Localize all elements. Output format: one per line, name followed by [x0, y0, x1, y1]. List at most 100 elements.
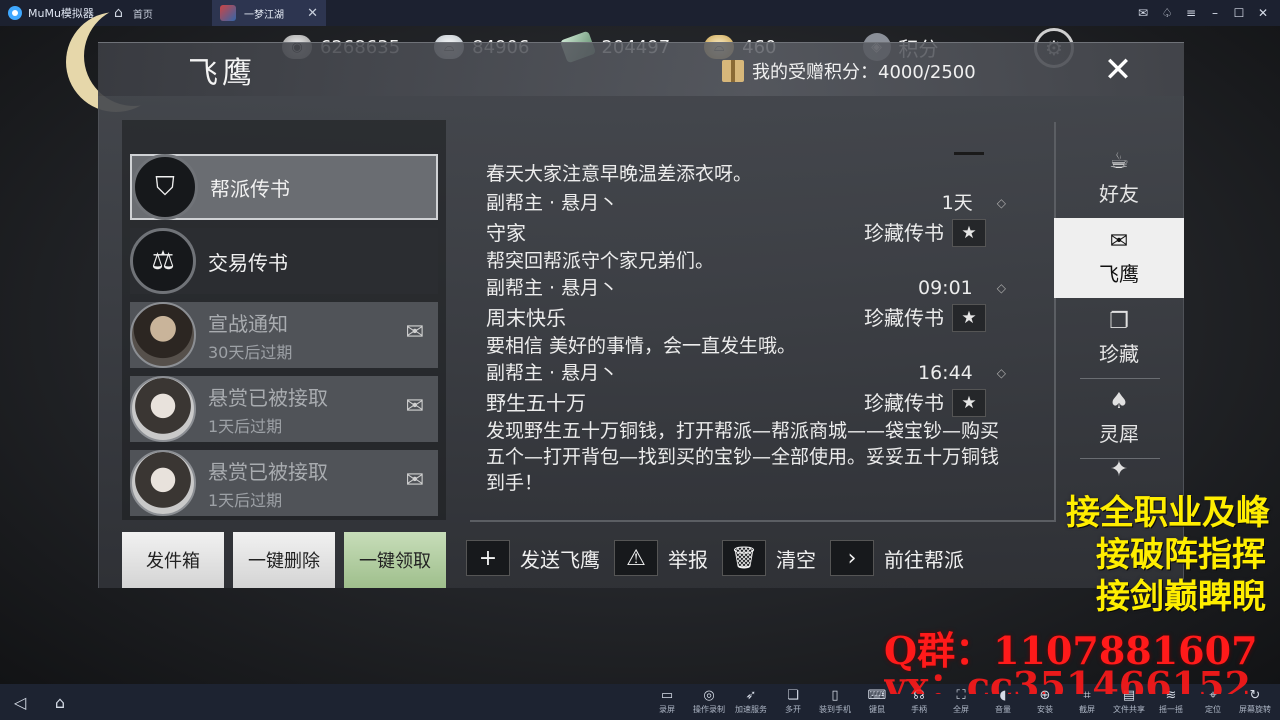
message-subject-row: 野生五十万 珍藏传书 ★: [486, 388, 1006, 418]
overlay-line: 接破阵指挥: [1096, 535, 1266, 575]
message-body: 春天大家注意早晚温差添衣呀。: [486, 163, 753, 185]
message-sender-row: 副帮主 · 悬月丶 1天 ◇: [486, 189, 1006, 218]
game-tab[interactable]: 一梦江湖 ✕: [212, 0, 326, 26]
mail-category-trade[interactable]: ⚖ 交易传书: [130, 228, 438, 294]
panel-title: 飞鹰: [188, 56, 256, 91]
outbox-button[interactable]: 发件箱: [122, 532, 224, 588]
avatar: [130, 302, 196, 368]
star-icon[interactable]: ★: [952, 304, 986, 332]
close-tab-icon[interactable]: ✕: [307, 6, 318, 21]
message-feed[interactable]: 春天大家注意早晚温差添衣呀。 副帮主 · 悬月丶 1天 ◇ 守家 珍藏传书 ★ …: [486, 160, 1006, 496]
tab-label: 灵犀: [1099, 421, 1139, 446]
mail-item-expiry: 1天后过期: [208, 416, 283, 436]
window-controls: ✉ ♤ ≡ – ☐ ✕: [1136, 6, 1280, 20]
claim-all-button[interactable]: 一键领取: [344, 532, 446, 588]
mail-item-bounty-2[interactable]: 悬赏已被接取 1天后过期 ✉: [130, 450, 438, 516]
clear-label: 清空: [776, 547, 816, 572]
message-subject: 周末快乐: [486, 306, 566, 330]
trash-icon: 🗑: [722, 540, 766, 576]
mail-item-bounty-1[interactable]: 悬赏已被接取 1天后过期 ✉: [130, 376, 438, 442]
notification-icon[interactable]: ♤: [1160, 6, 1174, 20]
mail-icon[interactable]: ✉: [1136, 6, 1150, 20]
tab-eagle-mail[interactable]: ✉ 飞鹰: [1054, 218, 1184, 298]
message-subject-row: 守家 珍藏传书 ★: [486, 218, 1006, 248]
message-body: 发现野生五十万铜钱，打开帮派—帮派商城——袋宝钞—购买五个—打开背包—找到买的宝…: [486, 420, 1000, 494]
mail-actions-left: 发件箱 一键删除 一键领取: [122, 532, 446, 588]
gift-points: 我的受赠积分：4000/2500: [722, 58, 976, 84]
scale-icon: ⚖: [130, 228, 196, 294]
teapot-icon: ☕: [1109, 148, 1129, 174]
message-time: 1天: [941, 192, 973, 214]
tool-multi[interactable]: ❏ 多开: [774, 689, 812, 715]
close-window-icon[interactable]: ✕: [1256, 6, 1270, 20]
star-icon[interactable]: ★: [952, 389, 986, 417]
message-time: 16:44: [918, 362, 973, 384]
book-icon: ❐: [1109, 308, 1129, 334]
home-nav-icon[interactable]: ⌂: [40, 693, 80, 712]
tool-macro[interactable]: ◎ 操作录制: [690, 689, 728, 715]
tab-lingxi[interactable]: ♠ 灵犀: [1054, 378, 1184, 458]
message-sender: 副帮主 · 悬月丶: [486, 277, 619, 299]
mail-category-guild[interactable]: ⛉ 帮派传书: [130, 154, 438, 220]
star-icon[interactable]: ★: [952, 219, 986, 247]
mail-item-title: 悬赏已被接取: [208, 385, 328, 410]
lantern-icon: ♠: [1109, 388, 1129, 414]
scroll-icon: ✉: [1109, 228, 1129, 254]
mail-item-expiry: 30天后过期: [208, 342, 293, 362]
tool-record[interactable]: ▭ 录屏: [648, 689, 686, 715]
tool-install-phone[interactable]: ▯ 装到手机: [816, 689, 854, 715]
message-time: 09:01: [918, 277, 973, 299]
panel-header: [98, 42, 1184, 96]
report-label: 举报: [668, 547, 708, 572]
plus-icon: +: [466, 540, 510, 576]
mail-item-war-notice[interactable]: 宣战通知 30天后过期 ✉: [130, 302, 438, 368]
collect-label: 珍藏传书: [864, 221, 944, 245]
clear-button[interactable]: 🗑 清空: [722, 540, 816, 576]
guild-banner-icon: ⛉: [132, 154, 198, 220]
overlay-vx: vx：cc351466152: [884, 664, 1251, 694]
diamond-icon: ◇: [996, 281, 1006, 295]
tab-label: 飞鹰: [1099, 261, 1139, 286]
goto-guild-button[interactable]: › 前往帮派: [830, 540, 964, 576]
app-title: MuMu模拟器: [0, 5, 104, 21]
tab-collection[interactable]: ❐ 珍藏: [1054, 298, 1184, 378]
back-icon[interactable]: ◁: [0, 693, 40, 712]
gift-points-label: 我的受赠积分：4000/2500: [752, 62, 976, 83]
chevron-right-icon: ›: [830, 540, 874, 576]
avatar: [130, 376, 196, 442]
message-sender: 副帮主 · 悬月丶: [486, 192, 619, 214]
eye-icon: ◎: [703, 688, 715, 703]
camera-icon: ▭: [660, 688, 674, 703]
menu-icon[interactable]: ≡: [1184, 6, 1198, 20]
emulator-titlebar: MuMu模拟器 ⌂ 首页 一梦江湖 ✕ ✉ ♤ ≡ – ☐ ✕: [0, 0, 1280, 26]
tab-label: 珍藏: [1099, 341, 1139, 366]
mail-category-label: 交易传书: [208, 250, 288, 275]
tool-accelerate[interactable]: ➶ 加速服务: [732, 689, 770, 715]
message-body: 要相信 美好的事情，会一直发生哦。: [486, 335, 797, 357]
gift-icon: [722, 60, 744, 82]
send-eagle-button[interactable]: + 发送飞鹰: [466, 540, 600, 576]
scroll-icon: ✉: [405, 468, 424, 493]
avatar: [130, 450, 196, 516]
message-subject: 守家: [486, 221, 526, 245]
maximize-icon[interactable]: ☐: [1232, 6, 1246, 20]
message-actions: + 发送飞鹰 ⚠ 举报 🗑 清空 › 前往帮派: [466, 540, 978, 576]
send-eagle-label: 发送飞鹰: [520, 547, 600, 572]
crane-icon: ✦: [1109, 457, 1129, 482]
tab-friends[interactable]: ☕ 好友: [1054, 138, 1184, 218]
game-thumbnail-icon: [220, 5, 236, 21]
collect-label: 珍藏传书: [864, 306, 944, 330]
message-sender: 副帮主 · 悬月丶: [486, 362, 619, 384]
game-tab-label: 一梦江湖: [244, 9, 284, 21]
minimize-icon[interactable]: –: [1208, 6, 1222, 20]
phone-icon: ▯: [831, 688, 839, 703]
divider: [470, 520, 1054, 522]
alarm-icon: ⚠: [614, 540, 658, 576]
delete-all-button[interactable]: 一键删除: [233, 532, 335, 588]
close-panel-button[interactable]: ✕: [1098, 50, 1138, 90]
mail-category-list: ⛉ 帮派传书 ⚖ 交易传书 宣战通知 30天后过期 ✉ 悬赏已被接取 1天后过期…: [122, 120, 446, 520]
report-button[interactable]: ⚠ 举报: [614, 540, 708, 576]
message-subject-row: 周末快乐 珍藏传书 ★: [486, 303, 1006, 333]
overlay-line: 接剑巅睥睨: [1096, 577, 1266, 617]
mail-item-title: 悬赏已被接取: [208, 459, 328, 484]
